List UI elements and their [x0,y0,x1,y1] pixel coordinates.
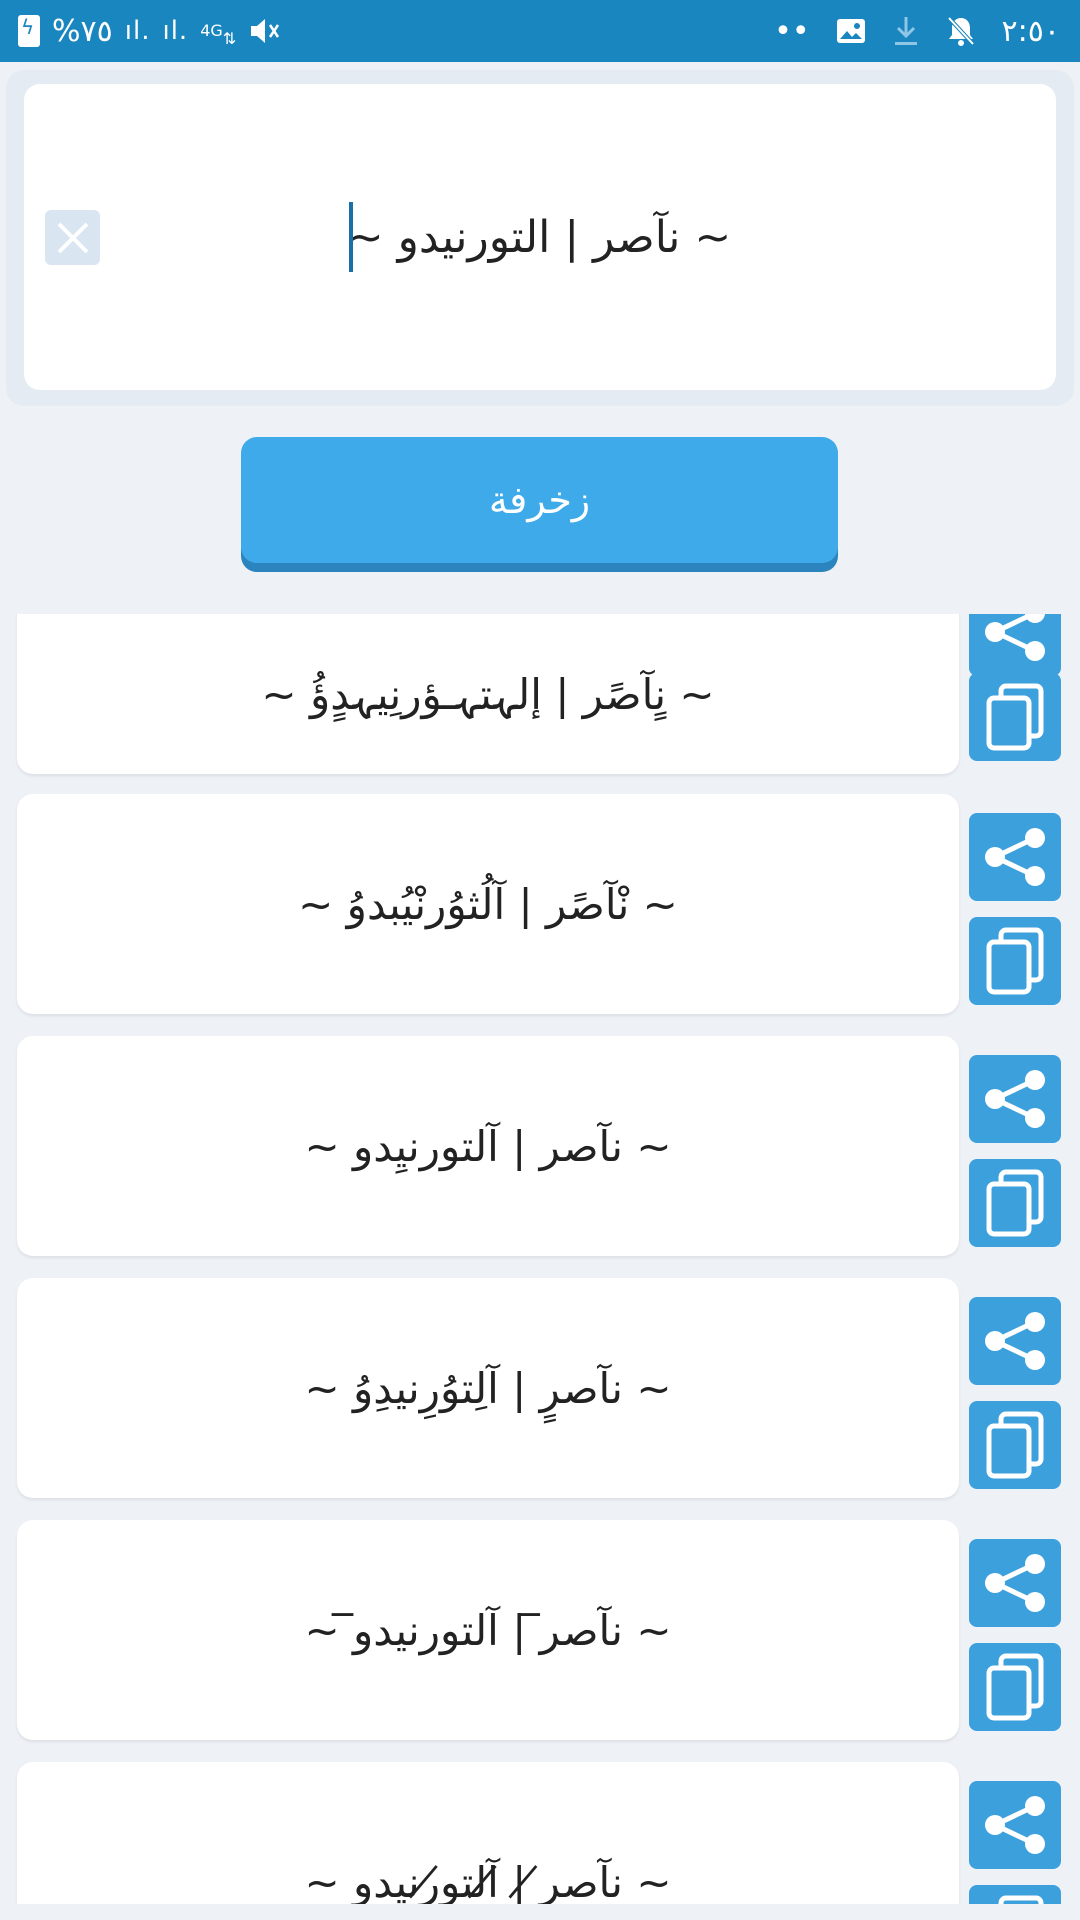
copy-icon [986,1169,1044,1237]
result-text: ~ نْآصًر | آلُثوُرنْيُبدوُ ~ [298,879,678,929]
clock: ٢:٥٠ [1001,13,1060,49]
status-bar: %٧٥ ıl. ıl. 4G⇅ •• ٢:٥٠ [0,0,1080,62]
copy-icon [998,1895,1044,1904]
close-icon [57,222,88,253]
copy-button[interactable] [969,1401,1061,1489]
signal-icon-2: ıl. [162,16,189,46]
share-button[interactable] [969,1539,1061,1627]
result-card[interactable]: ~ نآصر̅ | آلتورنيدو̅ ~ [17,1520,959,1740]
mute-icon [248,16,280,46]
more-dots-icon: •• [774,13,810,49]
results-list[interactable]: ~ نٍآصًر | إلہتہـؤرنِيہدٍؤُ ~ ~ نْآصًر |… [0,614,1080,1904]
status-right: •• ٢:٥٠ [774,0,1060,62]
status-left: %٧٥ ıl. ıl. 4G⇅ [18,0,280,62]
share-icon [985,828,1045,886]
result-text: ~ نآصرٍ | آلِتوُرِنيدِوُ ~ [304,1363,672,1413]
share-icon [985,614,1045,661]
text-input-card[interactable]: ~ نآصر | التورنيدو ~ [24,84,1056,390]
text-input[interactable]: ~ نآصر | التورنيدو ~ [144,84,936,390]
notifications-off-icon [946,15,976,47]
share-button[interactable] [969,614,1061,676]
copy-button[interactable] [969,1643,1061,1731]
result-text: ~ نٍآصًر | إلہتہـؤرنِيہدٍؤُ ~ [261,669,715,719]
result-card[interactable]: ~ نْآصًر | آلُثوُرنْيُبدوُ ~ [17,794,959,1014]
copy-button[interactable] [969,673,1061,761]
copy-icon [986,1411,1044,1479]
copy-icon [986,683,1044,751]
result-card[interactable]: ~ نآصرٍ | آلِتوُرِنيدِوُ ~ [17,1278,959,1498]
clear-button[interactable] [45,210,100,265]
share-icon [985,1070,1045,1128]
share-button[interactable] [969,1055,1061,1143]
copy-icon [986,1653,1044,1721]
share-icon [985,1796,1045,1854]
copy-icon [986,927,1044,995]
result-card[interactable]: ~ نآصر | آلتورنيِدو ~ [17,1036,959,1256]
copy-button[interactable] [969,917,1061,1005]
copy-button[interactable] [969,1159,1061,1247]
signal-icon: ıl. [124,16,151,46]
decorate-button[interactable]: زخرفة [241,437,838,563]
share-button[interactable] [969,1297,1061,1385]
image-icon [836,17,866,45]
battery-icon [18,15,40,47]
share-icon [985,1554,1045,1612]
result-card[interactable]: ~ نآصر̸ | ̸آلتو̸رنيدو ~ [17,1762,959,1904]
decorate-button-label: زخرفة [488,478,591,522]
text-cursor [348,202,353,272]
result-text: ~ نآصر̸ | ̸آلتو̸رنيدو ~ [304,1857,672,1905]
share-button[interactable] [969,1781,1061,1869]
share-button[interactable] [969,813,1061,901]
input-value: ~ نآصر | التورنيدو ~ [346,211,732,263]
result-text: ~ نآصر | آلتورنيِدو ~ [304,1121,672,1171]
copy-button[interactable] [969,1885,1061,1904]
battery-percent: %٧٥ [52,13,113,49]
share-icon [985,1312,1045,1370]
result-card[interactable]: ~ نٍآصًر | إلہتہـؤرنِيہدٍؤُ ~ [17,614,959,774]
result-text: ~ نآصر̅ | آلتورنيدو̅ ~ [304,1605,672,1655]
network-4g-icon: 4G ⇅ [200,21,237,48]
download-icon [892,15,920,47]
bottom-edge [0,1904,1080,1920]
